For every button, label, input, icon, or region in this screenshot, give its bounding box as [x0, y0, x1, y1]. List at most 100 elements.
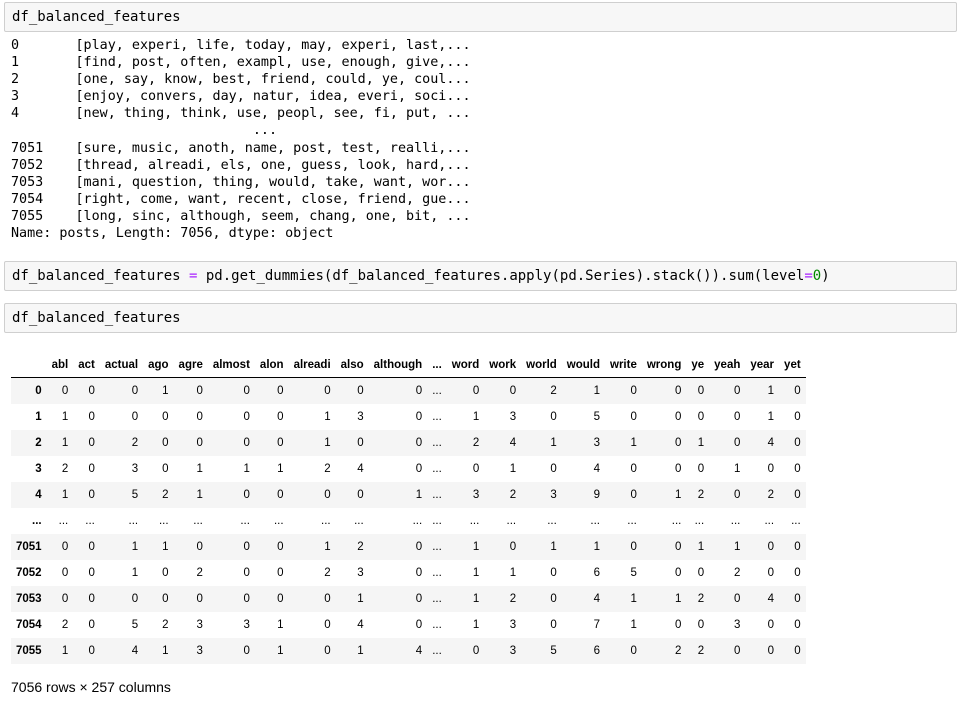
table-cell: 0: [767, 619, 775, 631]
table-cell: 0: [277, 541, 284, 553]
table-cell: 9: [593, 489, 601, 501]
table-cell: ...: [764, 515, 775, 527]
row-index: 1: [35, 411, 42, 423]
table-cell: 1: [593, 385, 601, 397]
code-text-1: df_balanced_features: [12, 9, 181, 25]
series-line: 4 [new, thing, think, use, peopl, see, f…: [11, 106, 471, 122]
table-cell: 0: [630, 541, 637, 553]
table-cell: 4: [593, 463, 601, 475]
table-row: 1 1 0 0 0 0 0 0 1 3 0... 1 3 0 5 0 0 0 0 1 0: [11, 404, 806, 430]
table-cell: 0: [630, 385, 637, 397]
series-line: 7051 [sure, music, anoth, name, post, te…: [11, 140, 471, 156]
table-cell: 0: [196, 411, 203, 423]
table-cell: 3: [357, 411, 364, 423]
row-index: 7054: [16, 619, 42, 631]
table-cell: 2: [509, 489, 517, 501]
table-cell: 4: [357, 463, 364, 475]
series-line: 2 [one, say, know, best, friend, could, …: [11, 72, 471, 88]
table-cell: 2: [697, 645, 705, 657]
table-cell: 0: [88, 619, 95, 631]
table-cell: 3: [196, 645, 203, 657]
table-cell: 7: [593, 619, 601, 631]
table-cell: 0: [697, 411, 705, 423]
table-cell: 2: [196, 567, 203, 579]
table-cell: 1: [472, 541, 480, 553]
table-cell: 0: [415, 385, 423, 397]
table-cell: 0: [88, 437, 95, 449]
table-cell: 0: [674, 541, 682, 553]
table-cell: 0: [196, 593, 203, 605]
table-cell: 1: [733, 463, 741, 475]
table-cell: 0: [88, 463, 95, 475]
table-cell: ...: [627, 515, 637, 527]
code-text-2: df_balanced_features = pd.get_dummies(df…: [5, 262, 956, 290]
code-cell-input-1[interactable]: df_balanced_features: [4, 2, 957, 32]
table-cell: 5: [131, 489, 139, 501]
table-cell: 1: [550, 541, 557, 553]
code-cell-input-2[interactable]: df_balanced_features = pd.get_dummies(df…: [4, 261, 957, 291]
table-cell: 0: [794, 463, 801, 475]
table-cell: 3: [733, 619, 741, 631]
code-cell-input-3[interactable]: df_balanced_features: [4, 303, 957, 333]
table-cell: 0: [509, 541, 517, 553]
table-cell: 1: [277, 645, 284, 657]
table-cell: 1: [324, 437, 331, 449]
table-cell: ...: [432, 437, 442, 449]
table-cell: 1: [324, 411, 331, 423]
table-cell: 0: [697, 567, 705, 579]
table-cell: 1: [162, 645, 169, 657]
table-cell: 0: [415, 567, 423, 579]
table-cell: 3: [593, 437, 601, 449]
table-cell: 2: [324, 567, 331, 579]
table-cell: 1: [767, 385, 775, 397]
table-cell: 2: [61, 463, 69, 475]
column-header: world: [521, 352, 562, 378]
table-cell: 0: [415, 437, 423, 449]
table-cell: 1: [472, 567, 480, 579]
row-index: 7051: [16, 541, 42, 553]
table-cell: 0: [733, 385, 741, 397]
table-cell: 0: [630, 411, 637, 423]
table-row: 7051 0 0 1 1 0 0 0 1 2 0... 1 0 1 1 0 0 1 1 0 0: [11, 534, 806, 560]
table-cell: 6: [593, 645, 601, 657]
table-cell: 1: [472, 593, 480, 605]
table-header-row: abl act actual ago agre almost alon alreadi also…: [11, 352, 806, 378]
table-cell: 4: [767, 593, 775, 605]
column-header: word: [446, 352, 485, 378]
table-cell: 1: [733, 541, 741, 553]
table-cell: 1: [61, 645, 69, 657]
table-cell: 0: [733, 593, 741, 605]
table-cell: 1: [196, 489, 203, 501]
table-cell: 5: [593, 411, 601, 423]
table-cell: 0: [794, 619, 801, 631]
table-cell: 0: [674, 463, 682, 475]
table-cell: 0: [277, 385, 284, 397]
table-cell: ...: [354, 515, 364, 527]
table-cell: 0: [794, 489, 801, 501]
table-cell: 1: [277, 463, 284, 475]
series-line: 7053 [mani, question, thing, would, take…: [11, 174, 471, 190]
table-cell: 3: [196, 619, 203, 631]
table-cell: 0: [733, 411, 741, 423]
table-cell: 0: [61, 541, 69, 553]
series-line: 0 [play, experi, life, today, may, exper…: [11, 38, 471, 53]
table-cell: 0: [767, 541, 775, 553]
table-cell: 1: [472, 411, 480, 423]
table-cell: 0: [767, 567, 775, 579]
row-index: 2: [35, 437, 42, 449]
series-line: ...: [11, 123, 278, 139]
table-cell: 1: [630, 593, 637, 605]
table-cell: ...: [128, 515, 139, 527]
table-row: 4 1 0 5 2 1 0 0 0 0 1... 3 2 3 9 0 1 2 0 2 0: [11, 482, 806, 508]
table-cell: 5: [630, 567, 637, 579]
table-cell: 0: [277, 437, 284, 449]
table-row: 2 1 0 2 0 0 0 0 1 0 0... 2 4 1 3 1 0 1 0 4 0: [11, 430, 806, 456]
series-line: 3 [enjoy, convers, day, natur, idea, eve…: [11, 89, 471, 105]
table-cell: 2: [767, 489, 775, 501]
table-cell: 1: [196, 463, 203, 475]
table-cell: ...: [432, 411, 442, 423]
table-cell: ...: [590, 515, 601, 527]
table-cell: 0: [733, 489, 741, 501]
table-cell: 0: [415, 463, 423, 475]
table-cell: 1: [277, 619, 284, 631]
